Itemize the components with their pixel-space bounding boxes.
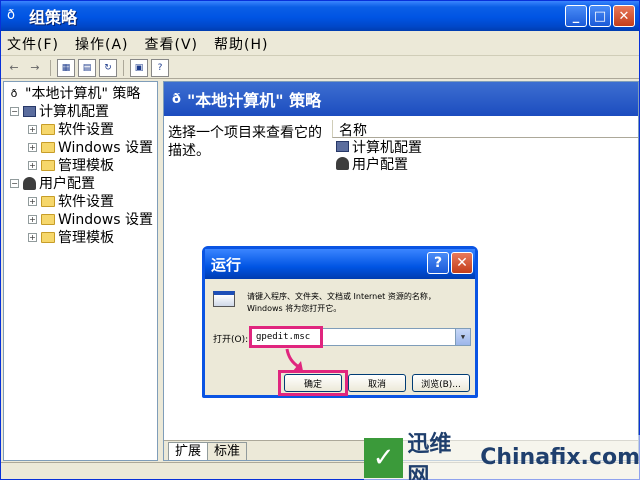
tree-item-software-settings[interactable]: + 软件设置 [28, 120, 114, 138]
run-dialog-title: 运行 [211, 255, 242, 274]
tree-label: 计算机配置 [39, 104, 109, 120]
close-button[interactable]: ✕ [613, 5, 635, 27]
open-label: 打开(O): [213, 335, 249, 345]
folder-icon [41, 213, 55, 225]
description-text: 选择一个项目来查看它的描述。 [168, 125, 322, 159]
folder-icon [41, 231, 55, 243]
toolbar-separator [50, 59, 51, 76]
collapse-icon[interactable]: − [10, 178, 19, 188]
cancel-button[interactable]: 取消 [348, 374, 406, 392]
refresh-icon[interactable]: ↻ [99, 58, 117, 77]
run-dialog: 运行 ? ✕ 请键入程序、文件夹、文档或 Internet 资源的名称，Wind… [202, 246, 478, 398]
title-bar[interactable]: ð 组策略 _ □ ✕ [1, 1, 639, 31]
run-icon [213, 291, 235, 307]
tree-label: 管理模板 [58, 230, 114, 246]
forward-icon[interactable]: → [26, 59, 44, 77]
menu-file[interactable]: 文件(F) [7, 34, 59, 54]
show-tree-icon[interactable]: ▦ [57, 58, 75, 77]
minimize-button[interactable]: _ [565, 5, 587, 27]
column-header-name[interactable]: 名称 [332, 120, 638, 139]
expand-icon[interactable]: + [28, 196, 37, 206]
toolbar-separator [123, 59, 124, 76]
folder-icon [41, 141, 55, 153]
maximize-button[interactable]: □ [589, 5, 611, 27]
list-item-user-config[interactable]: 用户配置 [332, 155, 638, 173]
export-list-icon[interactable]: ▣ [130, 58, 148, 77]
tab-standard[interactable]: 标准 [207, 442, 248, 460]
collapse-icon[interactable]: − [10, 106, 19, 116]
menu-help[interactable]: 帮助(H) [214, 34, 268, 54]
policy-icon: ð [7, 8, 15, 23]
toolbar: ← → ▦ ▤ ↻ ▣ ? [1, 57, 639, 79]
ok-highlight-box [278, 370, 348, 396]
tree-item-windows-settings[interactable]: + Windows 设置 [28, 138, 153, 156]
details-title: "本地计算机" 策略 [186, 91, 322, 110]
tree-label: "本地计算机" 策略 [25, 86, 141, 102]
list-item-computer-config[interactable]: 计算机配置 [332, 138, 638, 156]
tree-item-user-config[interactable]: − 用户配置 [10, 174, 95, 192]
tree-label: 用户配置 [39, 176, 95, 192]
policy-icon: ð [172, 91, 181, 107]
user-icon [336, 157, 349, 170]
expand-icon[interactable]: + [28, 124, 37, 134]
expand-icon[interactable]: + [28, 214, 37, 224]
folder-icon [41, 195, 55, 207]
folder-icon [41, 159, 55, 171]
expand-icon[interactable]: + [28, 160, 37, 170]
tab-extended[interactable]: 扩展 [168, 442, 209, 460]
watermark-name-en: Chinafix.com [480, 445, 640, 470]
computer-icon [336, 141, 349, 152]
tree-item-root[interactable]: ð "本地计算机" 策略 [6, 84, 141, 102]
chevron-down-icon[interactable]: ▼ [455, 329, 470, 345]
expand-icon[interactable]: + [28, 232, 37, 242]
tree-item-admin-templates[interactable]: + 管理模板 [28, 228, 114, 246]
details-header: ð "本地计算机" 策略 [164, 82, 638, 116]
back-icon[interactable]: ← [5, 59, 23, 77]
tree-item-software-settings[interactable]: + 软件设置 [28, 192, 114, 210]
browse-button[interactable]: 浏览(B)... [412, 374, 470, 392]
run-dialog-title-bar[interactable]: 运行 ? ✕ [205, 249, 475, 279]
tree-item-computer-config[interactable]: − 计算机配置 [10, 102, 109, 120]
user-icon [23, 176, 36, 190]
tree-label: 管理模板 [58, 158, 114, 174]
tree-label: Windows 设置 [58, 212, 153, 228]
run-prompt-text: 请键入程序、文件夹、文档或 Internet 资源的名称，Windows 将为您… [247, 292, 436, 313]
expand-icon[interactable]: + [28, 142, 37, 152]
tree-item-admin-templates[interactable]: + 管理模板 [28, 156, 114, 174]
watermark-name-cn: 迅维网 [407, 431, 452, 480]
folder-icon [41, 123, 55, 135]
list-item-label: 用户配置 [352, 156, 408, 173]
tree-label: 软件设置 [58, 194, 114, 210]
watermark: ✓ 迅维网 Chinafix.com [364, 432, 640, 480]
computer-icon [23, 105, 36, 117]
menu-view[interactable]: 查看(V) [145, 34, 199, 54]
menu-action[interactable]: 操作(A) [75, 34, 129, 54]
help-button[interactable]: ? [427, 252, 449, 274]
tree-pane: ð "本地计算机" 策略 − 计算机配置 + 软件设置 + Windows 设置… [3, 81, 158, 461]
window-title: 组策略 [29, 8, 78, 27]
tree-label: 软件设置 [58, 122, 114, 138]
properties-icon[interactable]: ▤ [78, 58, 96, 77]
item-list: 名称 计算机配置 用户配置 [332, 120, 638, 173]
tree-item-windows-settings[interactable]: + Windows 设置 [28, 210, 153, 228]
tree-label: Windows 设置 [58, 140, 153, 156]
watermark-logo-icon: ✓ [364, 437, 404, 478]
menu-bar: 文件(F) 操作(A) 查看(V) 帮助(H) [1, 32, 639, 56]
group-policy-window: ð 组策略 _ □ ✕ 文件(F) 操作(A) 查看(V) 帮助(H) ← → … [0, 0, 640, 480]
dialog-close-button[interactable]: ✕ [451, 252, 473, 274]
policy-icon: ð [10, 86, 18, 100]
help-icon[interactable]: ? [151, 58, 169, 77]
input-highlight-box [249, 326, 323, 348]
